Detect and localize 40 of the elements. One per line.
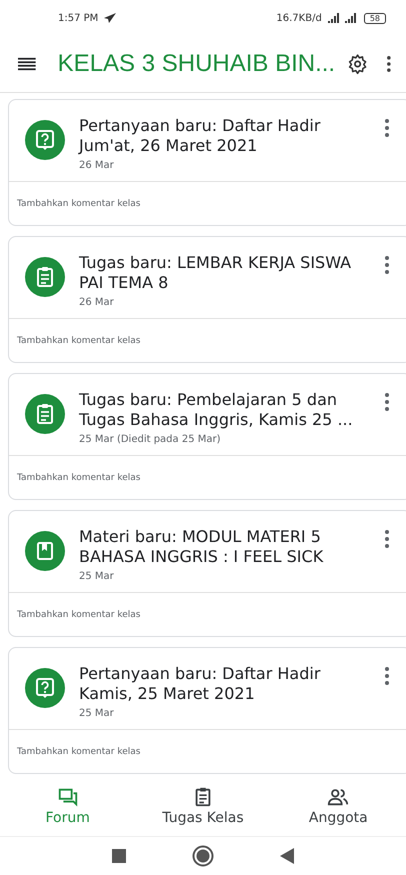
comment-field[interactable]: Tambahkan komentar kelas	[9, 729, 406, 773]
post-date: 26 Mar	[79, 297, 115, 308]
menu-icon[interactable]	[18, 57, 36, 71]
post-title: Tugas baru: LEMBAR KERJA SISWA PAI TEMA 8	[79, 253, 352, 293]
post-card[interactable]: Tugas baru: LEMBAR KERJA SISWA PAI TEMA 8 26 Mar Tambahkan komentar kelas	[8, 236, 406, 363]
post-date: 25 Mar (Diedit pada 25 Mar)	[79, 434, 222, 445]
post-date: 25 Mar	[79, 708, 115, 719]
nav-tab[interactable]: Anggota	[270, 776, 406, 836]
chat-icon	[56, 786, 79, 808]
comment-field[interactable]: Tambahkan komentar kelas	[9, 318, 406, 362]
send-icon	[104, 13, 116, 23]
clipboard-icon	[25, 394, 65, 434]
post-card[interactable]: Pertanyaan baru: Daftar Hadir Kamis, 25 Maret 2021 25 Mar Tambahkan komentar kelas	[8, 647, 406, 774]
settings-icon[interactable]	[347, 52, 368, 76]
post-card[interactable]: Materi baru: MODUL MATERI 5 BAHASA INGGRIS : I FEEL SICK 25 Mar Tambahkan komentar kelas	[8, 510, 406, 637]
post-card[interactable]: Pertanyaan baru: Daftar Hadir Jum'at, 26 Maret 2021 26 Mar Tambahkan komentar kelas	[8, 99, 406, 226]
status-time: 1:57 PM	[58, 12, 98, 24]
battery-level: 58	[364, 12, 386, 24]
post-title: Pertanyaan baru: Daftar Hadir Kamis, 25 Maret 2021	[79, 664, 322, 704]
post-card[interactable]: Tugas baru: Pembelajaran 5 dan Tugas Bahasa Inggris, Kamis 25 ... 25 Mar (Diedit pada 25 Mar) Tambahkan komentar kelas	[8, 373, 406, 500]
comment-field[interactable]: Tambahkan komentar kelas	[9, 455, 406, 499]
comment-field[interactable]: Tambahkan komentar kelas	[9, 592, 406, 636]
question-icon	[25, 120, 65, 160]
signal-icon	[328, 13, 358, 23]
class-title: KELAS 3 SHUHAIB BIN...	[58, 50, 336, 78]
nav-tab[interactable]: Forum	[0, 776, 136, 836]
clipboard-icon	[25, 257, 65, 297]
back-icon[interactable]	[280, 848, 294, 864]
network-speed: 16.7KB/d	[276, 12, 322, 24]
post-title: Materi baru: MODUL MATERI 5 BAHASA INGGRIS : I FEEL SICK	[79, 527, 324, 567]
post-date: 25 Mar	[79, 571, 115, 582]
post-title: Tugas baru: Pembelajaran 5 dan Tugas Bahasa Inggris, Kamis 25 ...	[79, 390, 354, 430]
post-date: 26 Mar	[79, 160, 115, 171]
question-icon	[25, 668, 65, 708]
comment-field[interactable]: Tambahkan komentar kelas	[9, 181, 406, 225]
people-icon	[327, 786, 350, 808]
home-icon[interactable]	[192, 845, 214, 867]
post-title: Pertanyaan baru: Daftar Hadir Jum'at, 26 Maret 2021	[79, 116, 322, 156]
nav-tab[interactable]: Tugas Kelas	[135, 776, 271, 836]
book-icon	[25, 531, 65, 571]
